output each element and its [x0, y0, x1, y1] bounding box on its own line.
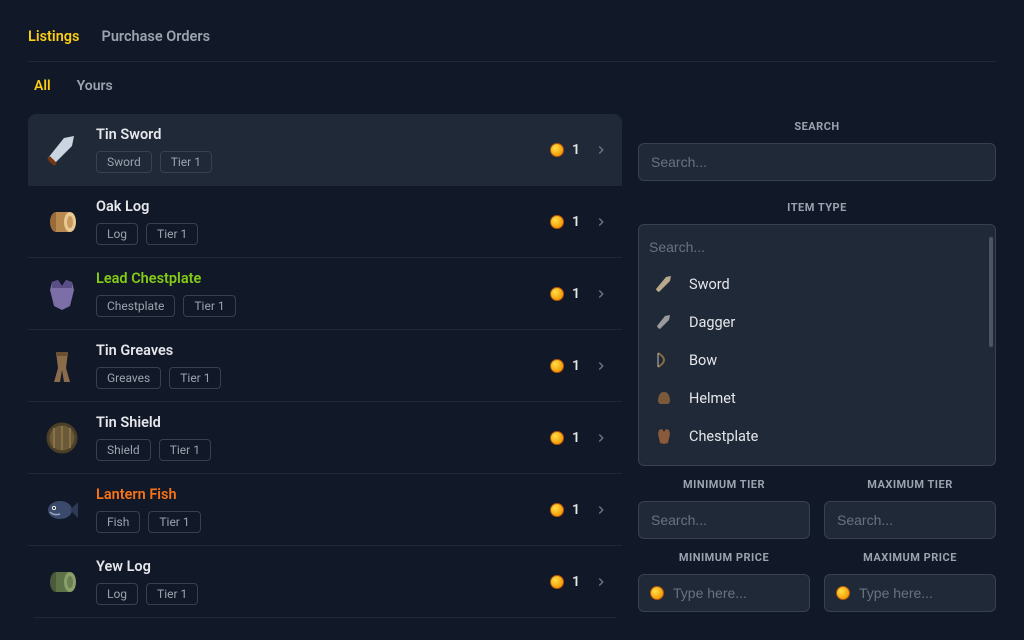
item-name: Lead Chestplate	[96, 270, 536, 287]
filter-label-min-price: MINIMUM PRICE	[638, 551, 810, 564]
primary-tabs: Listings Purchase Orders	[28, 0, 996, 61]
list-item[interactable]: Lantern Fish Fish Tier 1 1	[28, 474, 622, 546]
coin-icon	[550, 431, 564, 445]
subtab-yours[interactable]: Yours	[77, 78, 113, 94]
list-item[interactable]: Tin Sword Sword Tier 1 1	[28, 114, 622, 186]
sword-icon	[42, 130, 82, 170]
item-tag: Tier 1	[159, 439, 211, 461]
chevron-right-icon	[594, 143, 608, 157]
log-icon	[42, 562, 82, 602]
item-tag: Sword	[96, 151, 152, 173]
filter-label-item-type: ITEM TYPE	[638, 201, 996, 214]
item-tag: Fish	[96, 511, 140, 533]
chevron-right-icon	[594, 431, 608, 445]
item-tag: Tier 1	[146, 583, 198, 605]
item-tag: Greaves	[96, 367, 161, 389]
fish-icon	[42, 490, 82, 530]
coin-icon	[550, 359, 564, 373]
shield-icon	[42, 418, 82, 458]
secondary-tabs: All Yours	[28, 62, 996, 94]
list-item[interactable]: Tin Greaves Greaves Tier 1 1	[28, 330, 622, 402]
chevron-right-icon	[594, 287, 608, 301]
item-name: Oak Log	[96, 198, 536, 215]
tab-purchase-orders[interactable]: Purchase Orders	[102, 28, 211, 45]
item-type-list: Sword Dagger Bow Helmet	[647, 265, 987, 465]
chestplate-icon	[42, 274, 82, 314]
item-tag: Tier 1	[160, 151, 212, 173]
filter-label-max-tier: MAXIMUM TIER	[824, 478, 996, 491]
item-price: 1	[550, 214, 580, 230]
list-item[interactable]: Tin Shield Shield Tier 1 1	[28, 402, 622, 474]
search-input[interactable]	[638, 143, 996, 181]
item-name: Yew Log	[96, 558, 536, 575]
log-icon	[42, 202, 82, 242]
tab-listings[interactable]: Listings	[28, 28, 80, 45]
scrollbar[interactable]	[989, 237, 993, 347]
item-tag: Shield	[96, 439, 151, 461]
item-type-option[interactable]: Bow	[647, 341, 987, 379]
sword-icon	[653, 273, 675, 295]
item-price: 1	[550, 142, 580, 158]
list-item[interactable]: Yew Log Log Tier 1 1	[28, 546, 622, 618]
chevron-right-icon	[594, 359, 608, 373]
item-tag: Tier 1	[148, 511, 200, 533]
filters-panel: SEARCH ITEM TYPE Sword Dagger	[638, 114, 996, 612]
chestplate-icon	[653, 425, 675, 447]
dagger-icon	[653, 311, 675, 333]
filter-label-max-price: MAXIMUM PRICE	[824, 551, 996, 564]
chevron-right-icon	[594, 215, 608, 229]
max-tier-input[interactable]	[824, 501, 996, 539]
item-tag: Log	[96, 583, 138, 605]
item-price: 1	[550, 358, 580, 374]
item-type-option[interactable]: Sword	[647, 265, 987, 303]
list-item[interactable]: Lead Chestplate Chestplate Tier 1 1	[28, 258, 622, 330]
coin-icon	[550, 503, 564, 517]
item-name: Tin Sword	[96, 126, 536, 143]
chevron-right-icon	[594, 575, 608, 589]
coin-icon	[650, 586, 664, 600]
filter-label-search: SEARCH	[638, 120, 996, 133]
item-price: 1	[550, 430, 580, 446]
coin-icon	[836, 586, 850, 600]
gauntlets-icon	[653, 463, 675, 465]
item-name: Tin Shield	[96, 414, 536, 431]
item-type-search-input[interactable]	[647, 233, 987, 265]
item-tag: Tier 1	[183, 295, 235, 317]
subtab-all[interactable]: All	[34, 78, 51, 94]
greaves-icon	[42, 346, 82, 386]
coin-icon	[550, 215, 564, 229]
item-type-option[interactable]: Gauntlets	[647, 455, 987, 465]
listings-list: Tin Sword Sword Tier 1 1	[28, 114, 622, 618]
list-item[interactable]: Oak Log Log Tier 1 1	[28, 186, 622, 258]
filter-label-min-tier: MINIMUM TIER	[638, 478, 810, 491]
item-type-option[interactable]: Helmet	[647, 379, 987, 417]
item-price: 1	[550, 574, 580, 590]
item-tag: Log	[96, 223, 138, 245]
coin-icon	[550, 287, 564, 301]
item-price: 1	[550, 502, 580, 518]
item-name: Tin Greaves	[96, 342, 536, 359]
coin-icon	[550, 143, 564, 157]
chevron-right-icon	[594, 503, 608, 517]
bow-icon	[653, 349, 675, 371]
item-tag: Chestplate	[96, 295, 175, 317]
helmet-icon	[653, 387, 675, 409]
item-name: Lantern Fish	[96, 486, 536, 503]
item-type-option[interactable]: Chestplate	[647, 417, 987, 455]
item-tag: Tier 1	[146, 223, 198, 245]
coin-icon	[550, 575, 564, 589]
item-type-panel: Sword Dagger Bow Helmet	[638, 224, 996, 466]
item-tag: Tier 1	[169, 367, 221, 389]
item-price: 1	[550, 286, 580, 302]
item-type-option[interactable]: Dagger	[647, 303, 987, 341]
min-tier-input[interactable]	[638, 501, 810, 539]
